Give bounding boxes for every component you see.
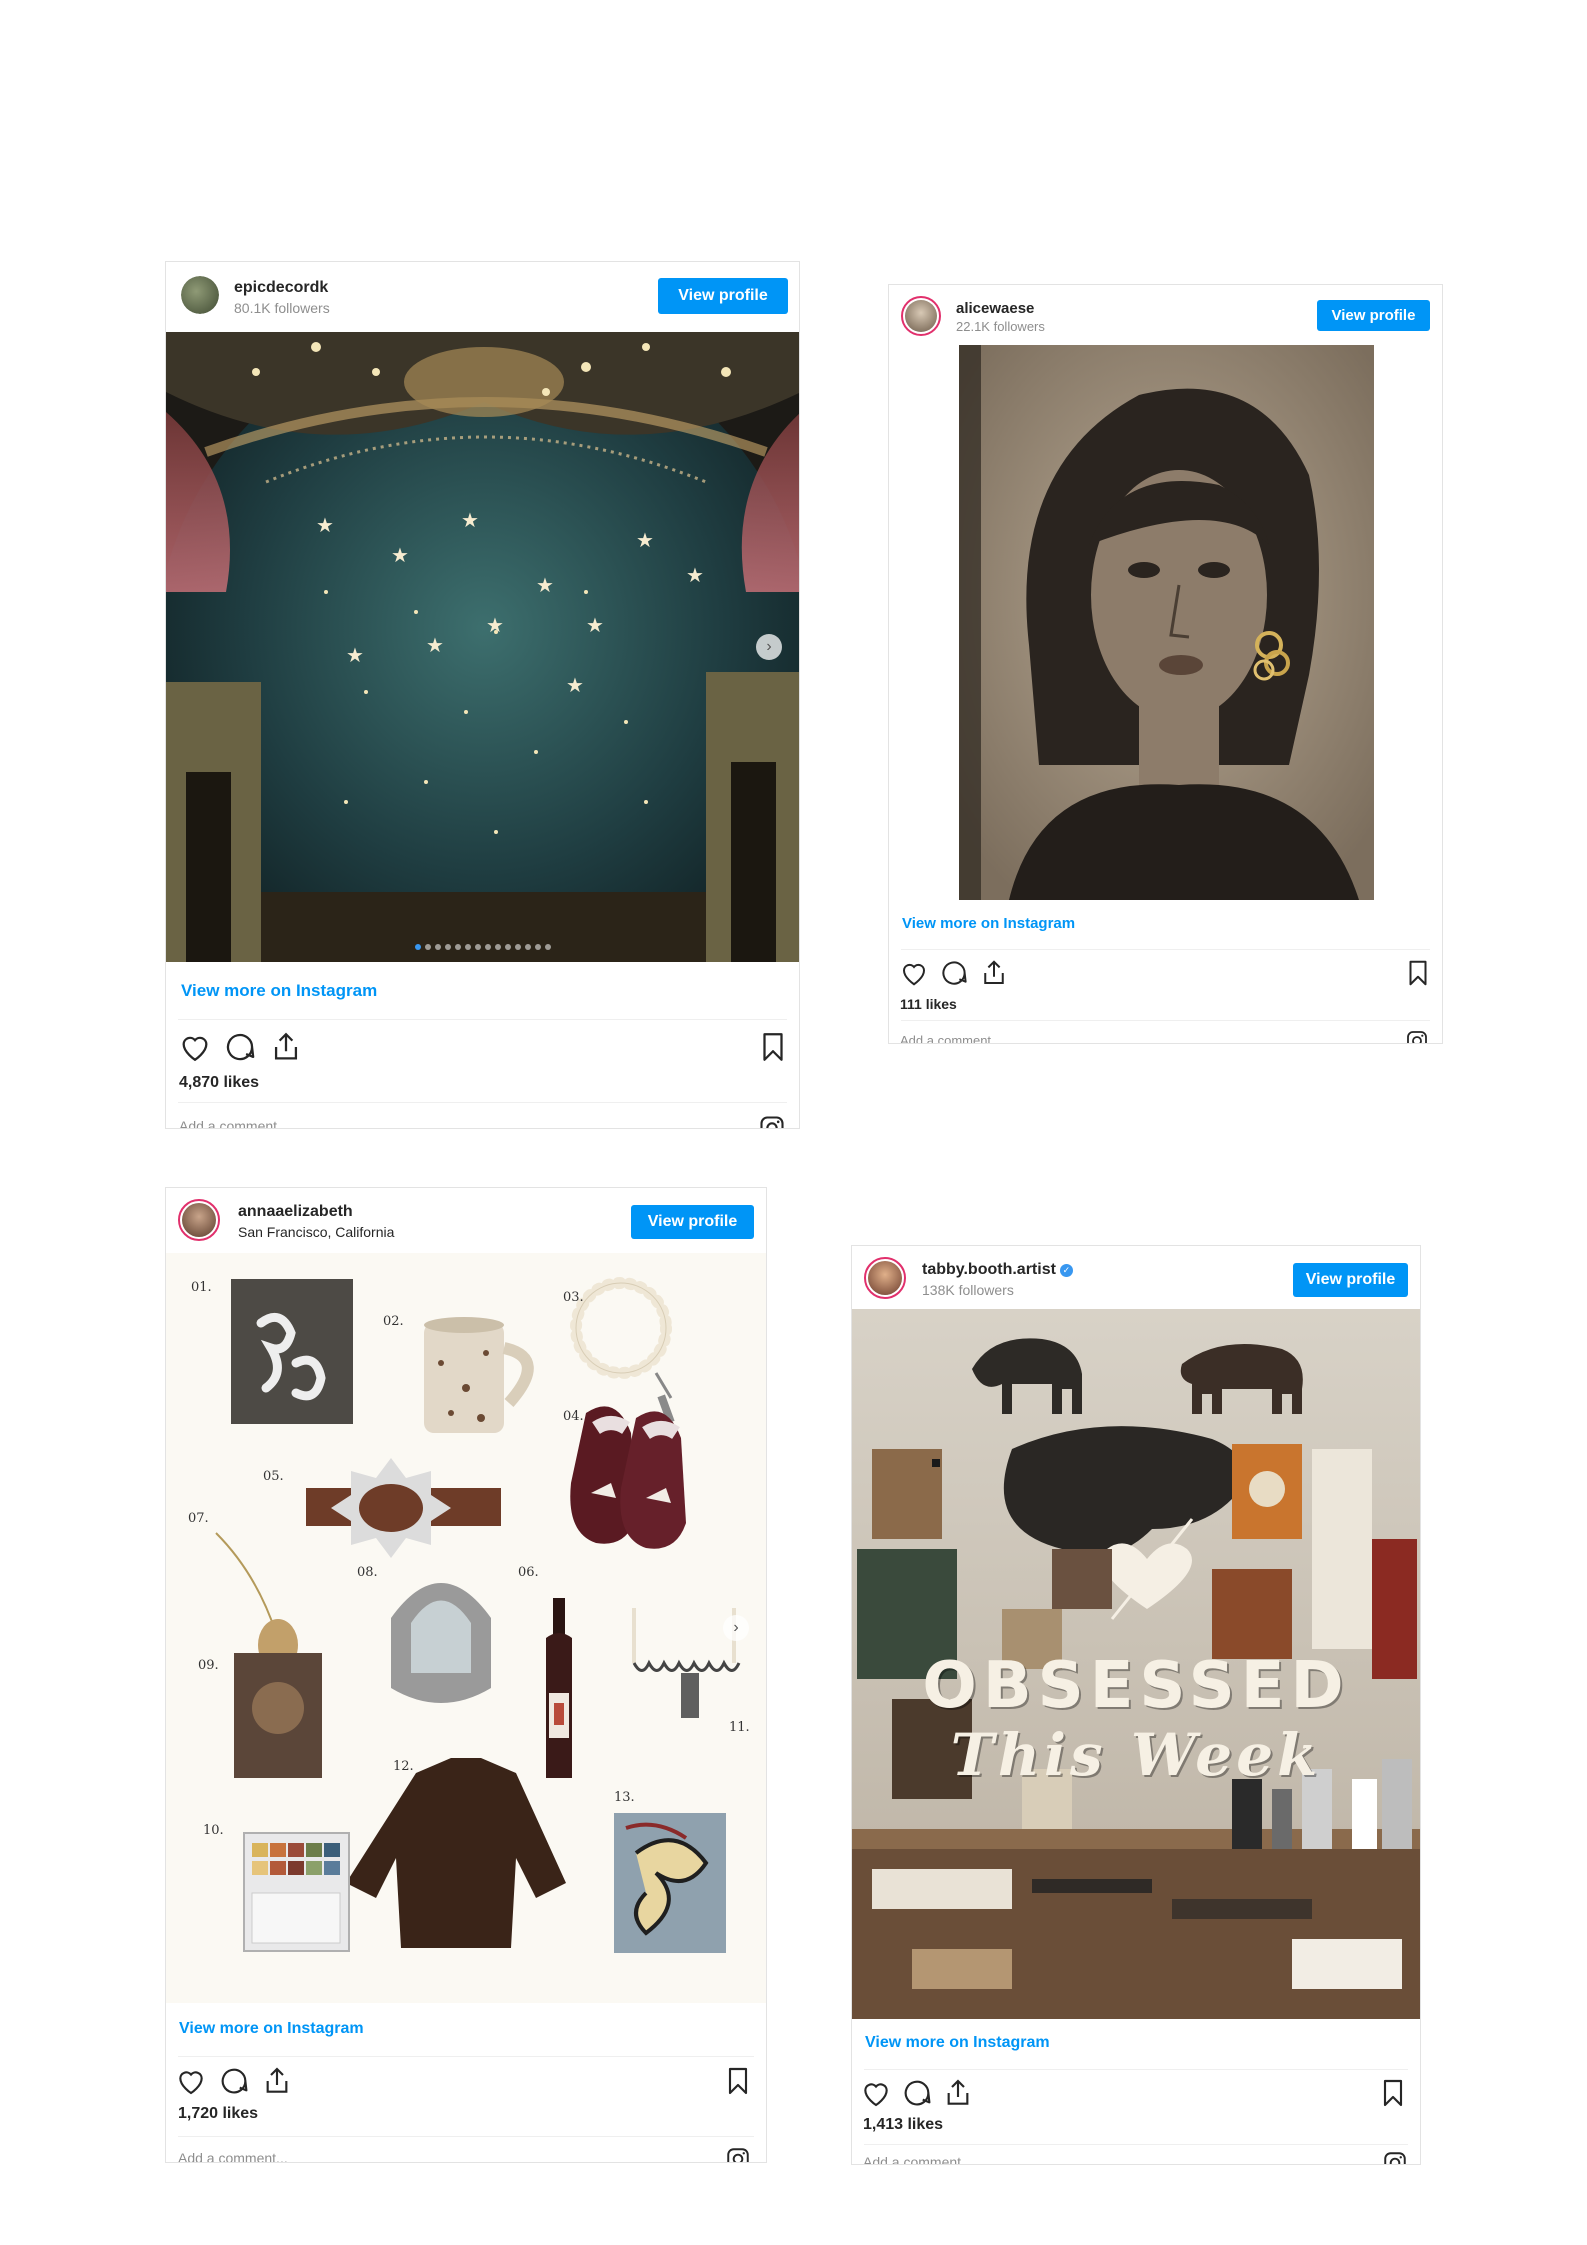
- carousel-next-button[interactable]: ›: [756, 634, 782, 660]
- comment-icon[interactable]: [218, 2065, 250, 2097]
- view-profile-button[interactable]: View profile: [658, 278, 788, 314]
- carousel-next-button[interactable]: ›: [723, 1615, 749, 1641]
- instagram-logo-icon[interactable]: [1405, 1029, 1429, 1044]
- instagram-embed-alicewaese: alicewaese 22.1K followers View profile …: [888, 284, 1443, 1044]
- add-comment-field[interactable]: Add a comment...: [179, 1118, 289, 1128]
- svg-text:★: ★: [586, 613, 604, 637]
- view-more-on-instagram-link[interactable]: View more on Instagram: [181, 981, 377, 1001]
- item-number: 08.: [357, 1565, 378, 1580]
- share-icon[interactable]: [269, 1030, 303, 1064]
- comment-icon[interactable]: [223, 1030, 257, 1064]
- item-number: 03.: [563, 1290, 584, 1305]
- item-number: 10.: [203, 1823, 224, 1838]
- username-text: tabby.booth.artist: [922, 1261, 1056, 1278]
- heart-icon[interactable]: [175, 2065, 207, 2097]
- avatar[interactable]: [864, 1257, 906, 1299]
- location: San Francisco, California: [238, 1224, 395, 1240]
- follower-count: 80.1K followers: [234, 300, 330, 316]
- carousel-indicator: [166, 937, 799, 955]
- overlay-text-obsessed: OBSESSED: [922, 1649, 1350, 1723]
- bookmark-icon[interactable]: [722, 2065, 754, 2097]
- view-profile-button[interactable]: View profile: [1317, 300, 1430, 331]
- bookmark-icon[interactable]: [1377, 2077, 1409, 2109]
- item-number: 04.: [563, 1409, 584, 1424]
- add-comment-field[interactable]: Add a comment...: [178, 2150, 288, 2162]
- overlay-text-this-week: This Week: [950, 1721, 1322, 1789]
- item-number: 06.: [518, 1565, 539, 1580]
- instagram-logo-icon[interactable]: [1382, 2150, 1408, 2165]
- svg-text:★: ★: [426, 633, 444, 657]
- avatar[interactable]: [901, 296, 941, 336]
- view-profile-button[interactable]: View profile: [1293, 1263, 1408, 1297]
- svg-text:★: ★: [316, 513, 334, 537]
- item-number: 09.: [198, 1658, 219, 1673]
- view-profile-button[interactable]: View profile: [631, 1205, 754, 1239]
- svg-text:★: ★: [346, 643, 364, 667]
- like-count: 4,870 likes: [179, 1074, 260, 1091]
- username[interactable]: annaaelizabeth: [238, 1203, 353, 1221]
- svg-text:★: ★: [636, 528, 654, 552]
- instagram-embed-annaaelizabeth: annaaelizabeth San Francisco, California…: [165, 1187, 767, 2163]
- heart-icon[interactable]: [860, 2077, 892, 2109]
- svg-text:★: ★: [566, 673, 584, 697]
- post-image: ★ ★ ★ ★ ★ ★ ★ ★ ★ ★ ★: [166, 332, 799, 962]
- username[interactable]: tabby.booth.artist ✓: [922, 1261, 1073, 1279]
- view-more-on-instagram-link[interactable]: View more on Instagram: [902, 915, 1075, 932]
- bookmark-icon[interactable]: [756, 1030, 790, 1064]
- divider: [178, 2056, 754, 2057]
- verified-badge-icon: ✓: [1059, 1264, 1073, 1277]
- instagram-logo-icon[interactable]: [725, 2146, 751, 2163]
- username[interactable]: alicewaese: [956, 300, 1034, 317]
- item-number: 05.: [263, 1469, 284, 1484]
- svg-text:★: ★: [686, 563, 704, 587]
- post-media-starry-theater[interactable]: ★ ★ ★ ★ ★ ★ ★ ★ ★ ★ ★ ›: [166, 332, 799, 962]
- item-number: 11.: [729, 1720, 750, 1735]
- divider: [178, 1102, 787, 1103]
- follower-count: 138K followers: [922, 1282, 1014, 1298]
- share-icon[interactable]: [261, 2065, 293, 2097]
- item-number: 13.: [614, 1790, 635, 1805]
- heart-icon[interactable]: [899, 958, 929, 988]
- post-media-portrait[interactable]: [889, 345, 1442, 900]
- avatar[interactable]: [178, 1199, 220, 1241]
- post-image: [959, 345, 1374, 900]
- svg-text:★: ★: [536, 573, 554, 597]
- item-number: 07.: [188, 1511, 209, 1526]
- post-media-gift-guide[interactable]: 01. 02. 03. 04. 05. 06. 07. 08. 09. 10. …: [166, 1253, 766, 2003]
- svg-text:★: ★: [391, 543, 409, 567]
- add-comment-field[interactable]: Add a comment...: [863, 2154, 973, 2164]
- divider: [178, 1019, 787, 1020]
- avatar[interactable]: [181, 276, 219, 314]
- heart-icon[interactable]: [178, 1030, 212, 1064]
- item-number: 02.: [383, 1314, 404, 1329]
- item-number: 01.: [191, 1280, 212, 1295]
- item-number: 12.: [393, 1759, 414, 1774]
- divider: [178, 2136, 754, 2137]
- add-comment-field[interactable]: Add a comment...: [900, 1033, 1002, 1043]
- instagram-logo-icon[interactable]: [758, 1114, 786, 1129]
- instagram-embed-epicdecordk: epicdecordk 80.1K followers View profile: [165, 261, 800, 1129]
- bookmark-icon[interactable]: [1403, 958, 1433, 988]
- svg-text:★: ★: [461, 508, 479, 532]
- divider: [864, 2069, 1408, 2070]
- share-icon[interactable]: [979, 958, 1009, 988]
- svg-text:★: ★: [486, 613, 504, 637]
- follower-count: 22.1K followers: [956, 319, 1045, 334]
- post-image: [166, 1253, 766, 2003]
- view-more-on-instagram-link[interactable]: View more on Instagram: [179, 2020, 364, 2038]
- like-count: 111 likes: [900, 996, 957, 1012]
- view-more-on-instagram-link[interactable]: View more on Instagram: [865, 2034, 1050, 2052]
- post-media-studio-wall[interactable]: OBSESSED This Week: [852, 1309, 1420, 2019]
- share-icon[interactable]: [942, 2077, 974, 2109]
- comment-icon[interactable]: [939, 958, 969, 988]
- like-count: 1,720 likes: [178, 2105, 259, 2122]
- divider: [901, 949, 1430, 950]
- instagram-embed-tabby-booth-artist: tabby.booth.artist ✓ 138K followers View …: [851, 1245, 1421, 2165]
- like-count: 1,413 likes: [863, 2116, 944, 2133]
- divider: [901, 1020, 1430, 1021]
- comment-icon[interactable]: [901, 2077, 933, 2109]
- username[interactable]: epicdecordk: [234, 279, 328, 297]
- divider: [864, 2144, 1408, 2145]
